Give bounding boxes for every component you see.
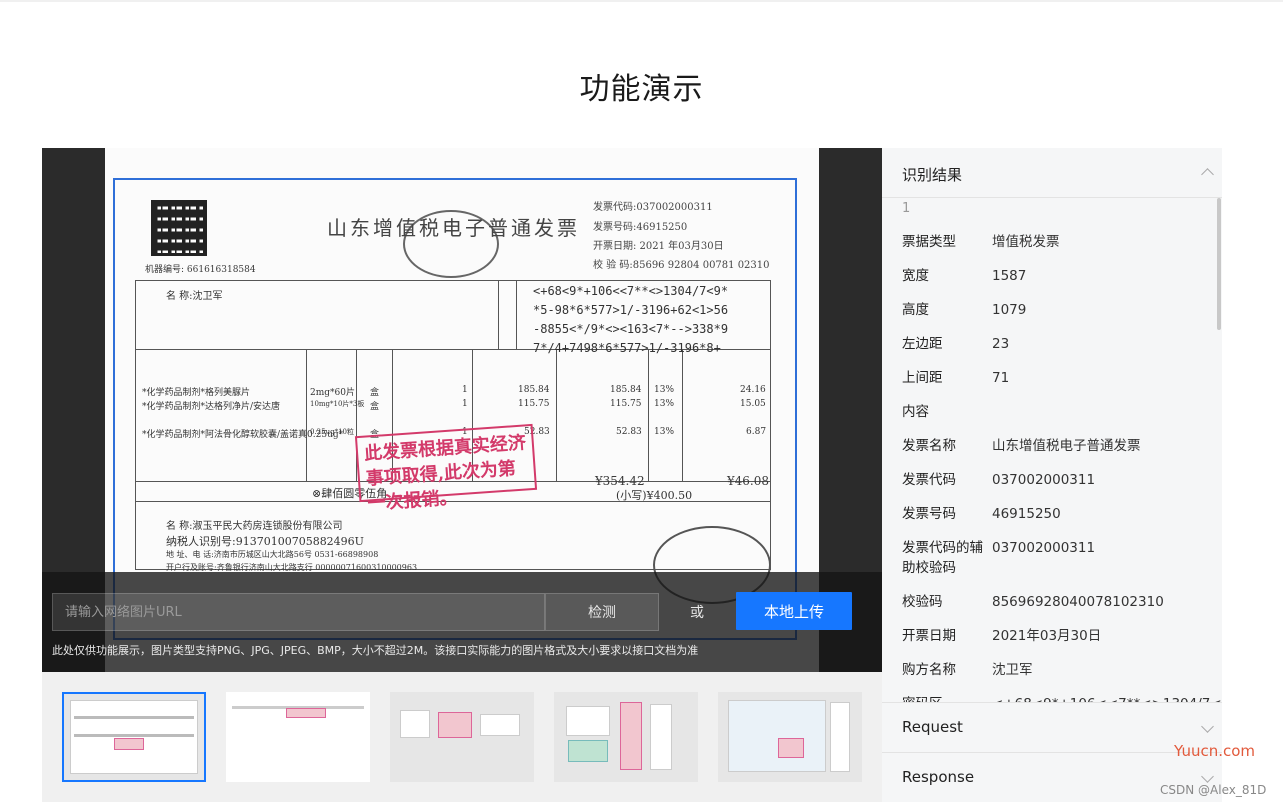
request-accordion[interactable]: Request: [882, 702, 1222, 752]
upload-note: 此处仅供功能展示，图片类型支持PNG、JPG、JPEG、BMP，大小不超过2M。…: [52, 644, 699, 657]
result-header[interactable]: 识别结果: [882, 148, 1222, 198]
result-index: 1: [902, 201, 911, 216]
result-panel: 识别结果 1 票据类型 增值税发票 宽度 1587 高度 1079 左边距 23 上间距…: [882, 148, 1222, 802]
or-label: 或: [690, 605, 704, 621]
page-title: 功能演示: [579, 72, 704, 107]
top-divider: [0, 0, 1283, 2]
local-upload-button[interactable]: 本地上传: [736, 592, 852, 630]
chevron-down-icon: [1201, 720, 1214, 733]
thumbnail-1[interactable]: [62, 692, 206, 782]
author-watermark: CSDN @Alex_81D: [1160, 783, 1267, 797]
thumbnail-4[interactable]: [554, 692, 698, 782]
site-watermark: Yuucn.com: [1174, 742, 1256, 760]
result-title: 识别结果: [902, 166, 963, 184]
chevron-down-icon: [1201, 770, 1214, 783]
response-label: Response: [902, 768, 975, 786]
thumbnail-2[interactable]: [226, 692, 370, 782]
image-viewer: 机器编号: 661616318584 山东增值税电子普通发票 发票代码:0370…: [42, 148, 882, 672]
image-url-input[interactable]: [52, 593, 545, 631]
chevron-up-icon: [1201, 168, 1214, 181]
scrollbar[interactable]: [1217, 198, 1221, 330]
result-body: 1 票据类型 增值税发票 宽度 1587 高度 1079 左边距 23 上间距 71 内容…: [902, 201, 1222, 702]
thumbnail-5[interactable]: [718, 692, 862, 782]
sample-thumbnails: [42, 672, 882, 802]
request-label: Request: [902, 718, 963, 736]
url-bar: 检测 或 本地上传 此处仅供功能展示，图片类型支持PNG、JPG、JPEG、BM…: [42, 572, 882, 672]
thumbnail-3[interactable]: [390, 692, 534, 782]
detection-box: [113, 178, 797, 640]
detect-button[interactable]: 检测: [545, 593, 659, 631]
